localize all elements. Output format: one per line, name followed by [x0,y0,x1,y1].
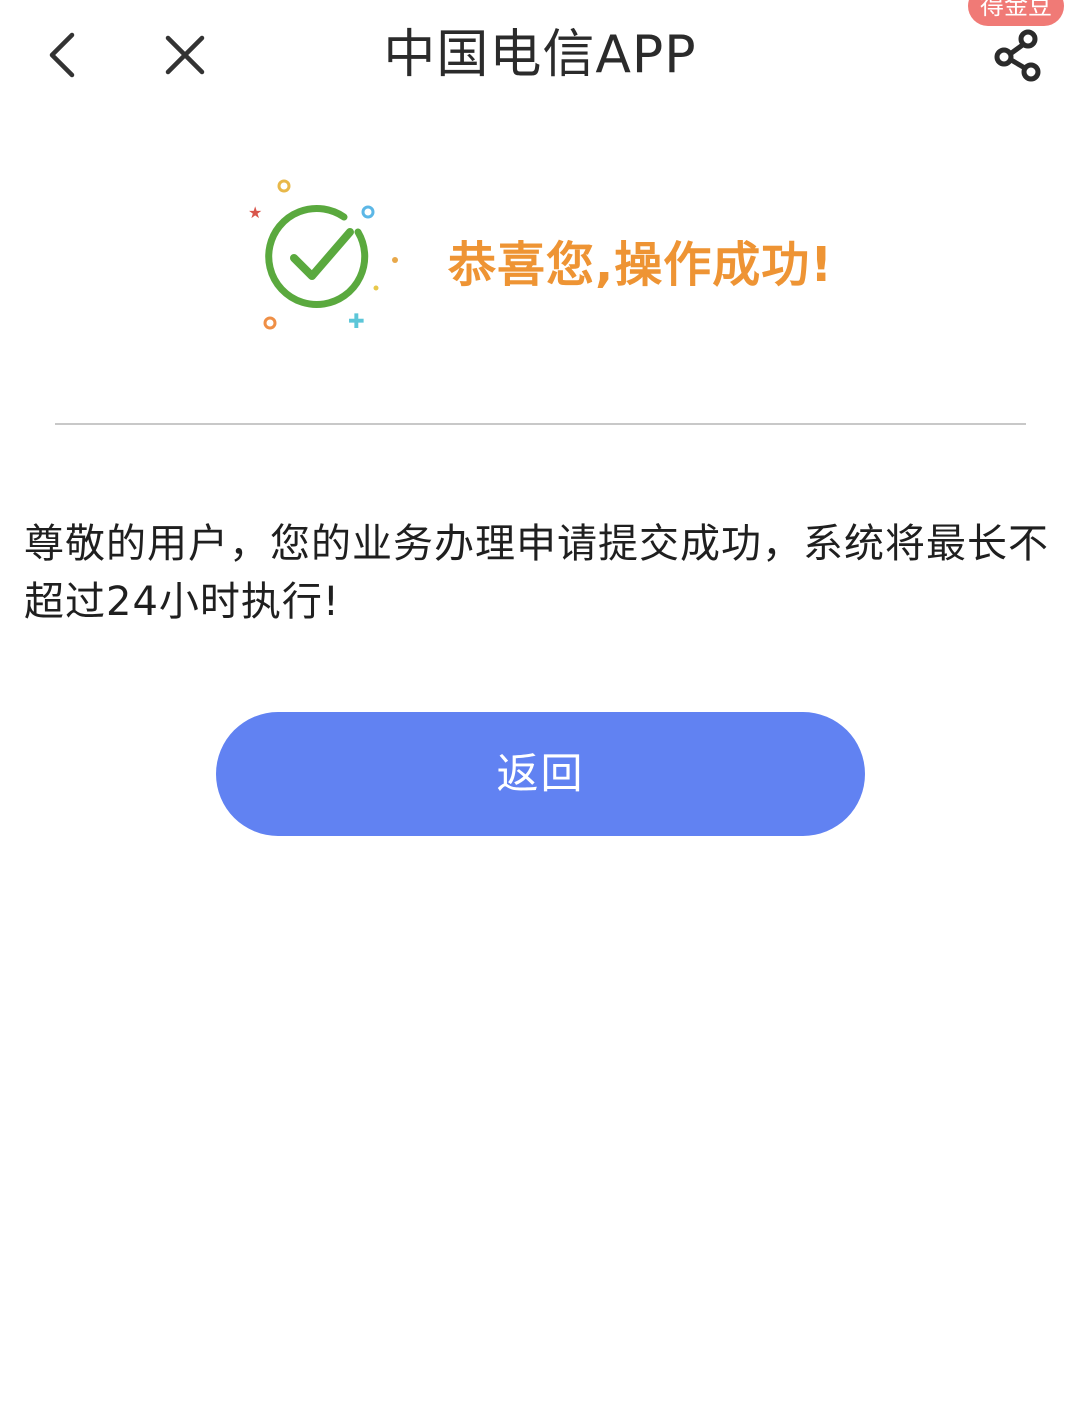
chevron-left-icon [49,32,75,78]
close-icon [165,35,205,75]
confetti-dot [277,179,291,193]
result-message: 尊敬的用户，您的业务办理申请提交成功，系统将最长不超过24小时执行! [24,521,1049,625]
page-title: 中国电信APP [383,25,697,85]
confetti-dot [263,316,277,330]
confetti-star: ★ [248,203,262,222]
back-button[interactable] [30,20,94,90]
success-banner: ★ ✚ 恭喜您,操作成功! [240,170,860,340]
return-button[interactable]: 返回 [216,712,865,836]
top-navigation-bar: 中国电信APP 得金豆 [0,0,1080,110]
confetti-dot [361,205,375,219]
confetti-dot [392,257,398,263]
confetti-dot [373,285,379,291]
close-button[interactable] [150,20,220,90]
share-icon [994,29,1041,82]
share-button[interactable] [982,22,1054,88]
divider [55,423,1026,425]
success-check-icon: ★ ✚ [248,179,398,333]
confetti-cross: ✚ [348,309,365,333]
success-title: 恭喜您,操作成功! [448,237,834,293]
